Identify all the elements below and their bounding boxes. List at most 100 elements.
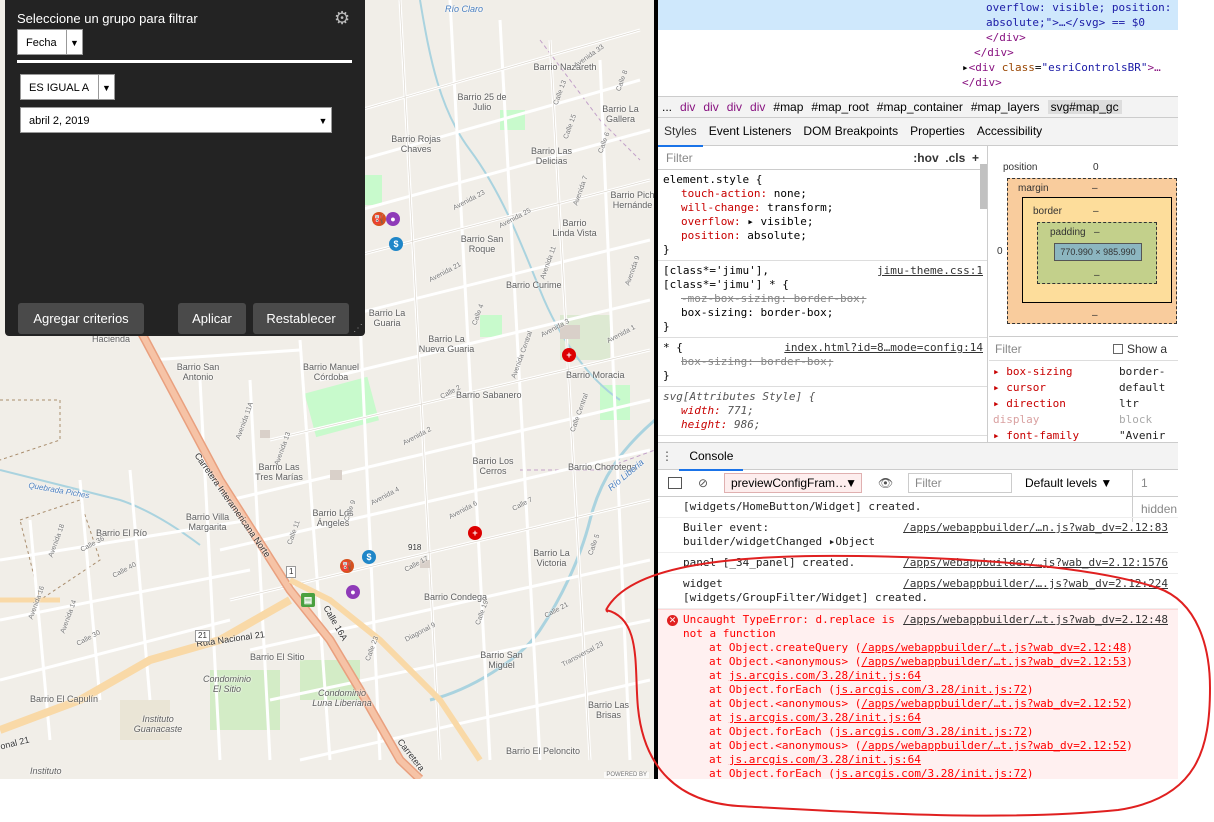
tab-event-listeners[interactable]: Event Listeners: [703, 118, 798, 145]
map-attribution: POWERED BY: [604, 772, 649, 778]
stack-frame[interactable]: at Object.forEach (js.arcgis.com/3.28/in…: [683, 725, 1170, 739]
stack-frame[interactable]: at Object.<anonymous> (/apps/webappbuild…: [683, 697, 1170, 711]
eye-icon[interactable]: 👁: [878, 470, 893, 496]
console-message[interactable]: /apps/webappbuilder/…js?wab_dv=2.12:1576…: [658, 553, 1178, 574]
style-rule[interactable]: svg[Attributes Style] { width: 771; heigh…: [658, 387, 987, 436]
group-select[interactable]: Fecha ▼: [17, 29, 83, 55]
caret-down-icon[interactable]: ▼: [315, 108, 331, 132]
breadcrumb-item[interactable]: div: [680, 100, 695, 114]
margin-box[interactable]: margin – – border – padding – – 770.990 …: [1007, 178, 1177, 324]
reset-button[interactable]: Restablecer: [253, 303, 349, 334]
fuel-station-icon[interactable]: ⛽: [372, 212, 386, 226]
style-rule[interactable]: index.html?id=8…mode=config:14 * { box-s…: [658, 338, 987, 387]
scrollbar[interactable]: [980, 164, 987, 209]
map-label: Barrio Villa Margarita: [185, 512, 230, 532]
stack-frame[interactable]: at Object.<anonymous> (/apps/webappbuild…: [683, 655, 1170, 669]
hospital-icon[interactable]: +: [562, 348, 576, 362]
computed-property[interactable]: ▸ box-sizing border-: [989, 364, 1178, 380]
gear-icon[interactable]: ⚙: [334, 8, 350, 28]
console-message[interactable]: /apps/webappbuilder/….js?wab_dv=2.12:224…: [658, 574, 1178, 609]
chevron-down-icon[interactable]: ▼: [98, 75, 114, 99]
shop-icon[interactable]: ●: [386, 212, 400, 226]
element-line[interactable]: </div>: [658, 75, 1178, 90]
stack-frame[interactable]: at js.arcgis.com/3.28/init.js:64: [683, 753, 1170, 767]
rule-source-link[interactable]: index.html?id=8…mode=config:14: [784, 341, 983, 355]
css-property[interactable]: will-change: transform;: [663, 201, 982, 215]
computed-property[interactable]: ▸ font-family "Avenir: [989, 428, 1178, 442]
map-label: Barrio Sabanero: [456, 390, 522, 400]
styles-filter[interactable]: Filter :hov .cls +: [658, 146, 987, 170]
hov-toggle[interactable]: :hov: [913, 151, 938, 165]
border-box[interactable]: border – padding – – 770.990 × 985.990: [1022, 197, 1172, 303]
css-property[interactable]: height: 986;: [663, 418, 982, 432]
style-rule[interactable]: jimu-theme.css:1 [class*='jimu'], [class…: [658, 261, 987, 338]
console-filter[interactable]: Filter: [908, 473, 1012, 493]
message-source-link[interactable]: /apps/webappbuilder/…n.js?wab_dv=2.12:83: [903, 521, 1168, 535]
stack-frame[interactable]: at Object.<anonymous> (/apps/webappbuild…: [683, 739, 1170, 753]
console-message[interactable]: /apps/webappbuilder/…n.js?wab_dv=2.12:83…: [658, 518, 1178, 553]
element-line[interactable]: </div>: [658, 45, 1178, 60]
rule-source-link[interactable]: jimu-theme.css:1: [877, 264, 983, 278]
breadcrumb-item[interactable]: div: [750, 100, 765, 114]
bank-icon[interactable]: $: [389, 237, 403, 251]
fuel-station-icon[interactable]: ⛽: [340, 559, 354, 573]
padding-box[interactable]: padding – – 770.990 × 985.990: [1037, 222, 1157, 284]
sidebar-toggle-icon[interactable]: [668, 477, 682, 489]
style-rule[interactable]: element.style { touch-action: none; will-…: [658, 170, 987, 261]
element-line[interactable]: </div>: [658, 30, 1178, 45]
stack-frame[interactable]: at js.arcgis.com/3.28/init.js:64: [683, 711, 1170, 725]
element-line[interactable]: absolute;">…</svg> == $0: [658, 15, 1178, 30]
breadcrumb-item[interactable]: #map: [773, 100, 803, 114]
css-property[interactable]: width: 771;: [663, 404, 982, 418]
breadcrumb-item[interactable]: div: [703, 100, 718, 114]
tab-dom-breakpoints[interactable]: DOM Breakpoints: [797, 118, 904, 145]
console-message[interactable]: [widgets/HomeButton/Widget] created.: [658, 497, 1178, 518]
map-label: Condominio El Sitio: [202, 674, 252, 694]
add-criteria-button[interactable]: Agregar criterios: [18, 303, 144, 334]
bank-icon[interactable]: $: [362, 550, 376, 564]
css-property[interactable]: overflow: ▸ visible;: [663, 215, 982, 229]
stack-frame[interactable]: at Object.forEach (js.arcgis.com/3.28/in…: [683, 683, 1170, 697]
css-property[interactable]: position: absolute;: [663, 229, 982, 243]
stack-frame[interactable]: at js.arcgis.com/3.28/init.js:64: [683, 669, 1170, 683]
stack-frame[interactable]: at Object.createQuery (/apps/webappbuild…: [683, 641, 1170, 655]
breadcrumb-item[interactable]: #map_container: [877, 100, 963, 114]
add-rule-icon[interactable]: +: [972, 151, 979, 165]
drawer-menu-icon[interactable]: ⋮: [658, 443, 676, 470]
breadcrumb-item[interactable]: #map_root: [811, 100, 868, 114]
computed-property[interactable]: display block: [989, 412, 1178, 428]
breadcrumb-item[interactable]: svg#map_gc: [1047, 100, 1122, 114]
tab-console[interactable]: Console: [679, 444, 744, 471]
levels-select[interactable]: Default levels ▼: [1025, 470, 1112, 496]
tab-accessibility[interactable]: Accessibility: [971, 118, 1048, 145]
shop-icon[interactable]: ●: [346, 585, 360, 599]
tab-styles[interactable]: Styles: [658, 118, 703, 147]
computed-property[interactable]: ▸ cursor default: [989, 380, 1178, 396]
computed-filter[interactable]: Filter: [995, 342, 1022, 356]
apply-button[interactable]: Aplicar: [178, 303, 246, 334]
clear-console-icon[interactable]: ⊘: [698, 470, 708, 496]
show-all-checkbox[interactable]: [1113, 344, 1123, 354]
breadcrumb-item[interactable]: #map_layers: [971, 100, 1040, 114]
message-source-link[interactable]: /apps/webappbuilder/…js?wab_dv=2.12:1576: [903, 556, 1168, 570]
context-select[interactable]: previewConfigFram… ▼: [724, 473, 862, 493]
operator-select[interactable]: ES IGUAL A ▼: [20, 74, 115, 100]
bus-stop-icon[interactable]: ▤: [301, 593, 315, 607]
computed-property[interactable]: ▸ direction ltr: [989, 396, 1178, 412]
message-source-link[interactable]: /apps/webappbuilder/….js?wab_dv=2.12:224: [903, 577, 1168, 591]
error-message[interactable]: ✕ /apps/webappbuilder/…t.js?wab_dv=2.12:…: [658, 609, 1178, 779]
chevron-down-icon[interactable]: ▼: [66, 30, 82, 54]
error-source-link[interactable]: /apps/webappbuilder/…t.js?wab_dv=2.12:48: [903, 613, 1168, 627]
cls-toggle[interactable]: .cls: [945, 151, 965, 165]
content-box[interactable]: 770.990 × 985.990: [1054, 243, 1142, 261]
breadcrumb-item[interactable]: ...: [662, 100, 672, 114]
date-select[interactable]: abril 2, 2019 ▼: [20, 107, 332, 133]
element-line[interactable]: ▸<div class="esriControlsBR">…: [658, 60, 1178, 75]
element-line[interactable]: overflow: visible; position:: [658, 0, 1178, 15]
stack-frame[interactable]: at Object.forEach (js.arcgis.com/3.28/in…: [683, 767, 1170, 779]
breadcrumb-item[interactable]: div: [727, 100, 742, 114]
tab-properties[interactable]: Properties: [904, 118, 971, 145]
clinic-icon[interactable]: +: [468, 526, 482, 540]
resize-handle-icon[interactable]: ⋰: [353, 324, 363, 334]
css-property[interactable]: touch-action: none;: [663, 187, 982, 201]
